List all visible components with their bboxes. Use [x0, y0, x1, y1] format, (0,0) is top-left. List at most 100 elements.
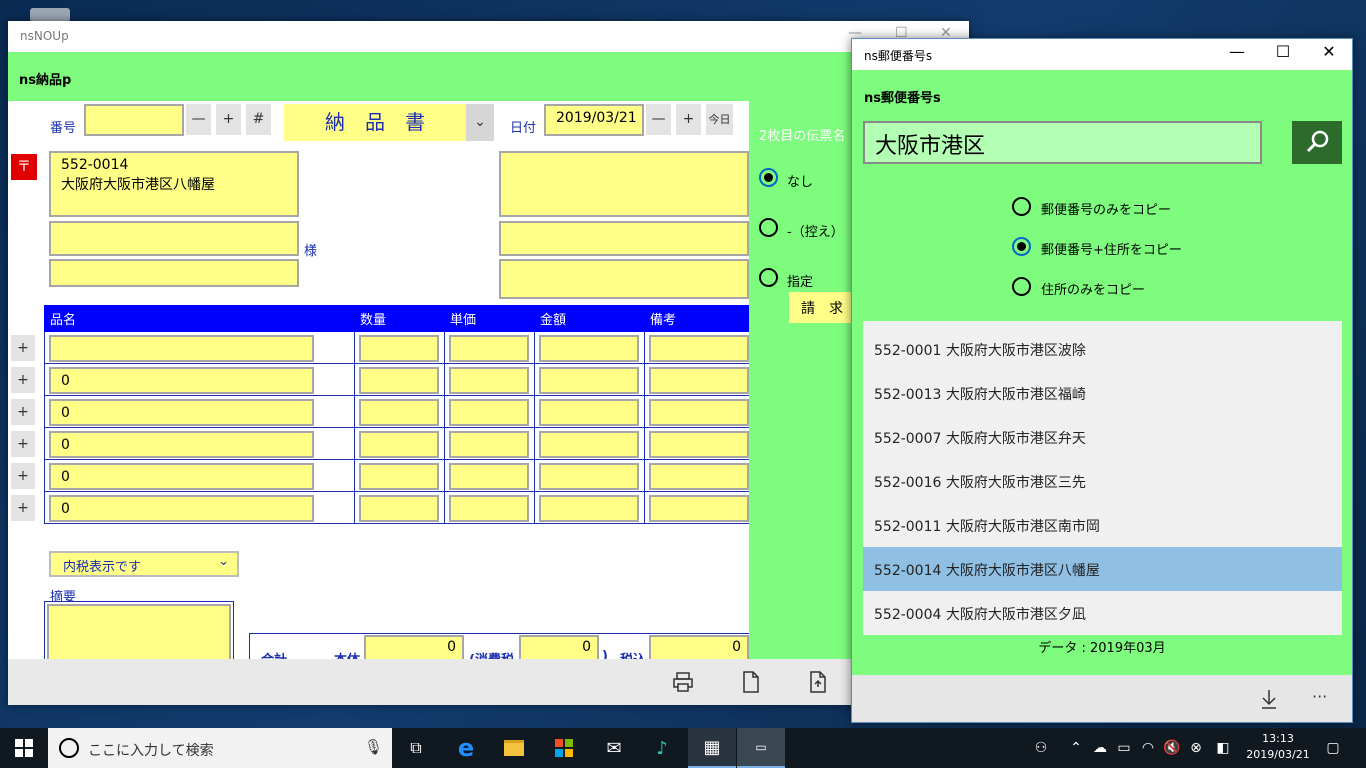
list-item[interactable]: 552-0011 大阪府大阪市港区南市岡: [863, 503, 1342, 547]
remarks-cell-input[interactable]: [649, 335, 749, 362]
nsnoup-taskbar-icon[interactable]: ▦: [688, 728, 736, 768]
list-item[interactable]: 552-0001 大阪府大阪市港区波除: [863, 327, 1342, 371]
sender-contact-field[interactable]: [499, 259, 749, 299]
list-item[interactable]: 552-0013 大阪府大阪市港区福崎: [863, 371, 1342, 415]
start-button[interactable]: [0, 728, 48, 768]
postal-titlebar[interactable]: ns郵便番号s — ☐ ✕: [852, 39, 1352, 70]
copy-postal-only-radio[interactable]: [1012, 197, 1031, 216]
number-minus-button[interactable]: —: [186, 104, 211, 135]
task-view-icon[interactable]: ⧉: [392, 728, 440, 768]
option-copy-radio[interactable]: [759, 218, 778, 237]
store-icon[interactable]: [540, 728, 588, 768]
add-row-button[interactable]: +: [11, 431, 35, 457]
unit-price-input[interactable]: [449, 335, 529, 362]
amount-input[interactable]: [539, 495, 639, 522]
amount-input[interactable]: [539, 367, 639, 394]
list-item[interactable]: 552-0014 大阪府大阪市港区八幡屋: [863, 547, 1342, 591]
hontai-value[interactable]: 0: [364, 635, 464, 659]
onedrive-icon[interactable]: ☁: [1090, 728, 1110, 768]
add-row-button[interactable]: +: [11, 335, 35, 361]
add-row-button[interactable]: +: [11, 367, 35, 393]
remarks-input[interactable]: [47, 604, 231, 659]
today-button[interactable]: 今日: [706, 104, 733, 135]
unit-price-input[interactable]: [449, 367, 529, 394]
remarks-cell-input[interactable]: [649, 367, 749, 394]
quantity-input[interactable]: [359, 399, 439, 426]
sender-name-field[interactable]: [499, 221, 749, 256]
people-icon[interactable]: ⚇: [1028, 728, 1054, 768]
copy-postal-address-radio[interactable]: [1012, 237, 1031, 256]
tax-mode-select[interactable]: 内税表示です ⌄: [49, 551, 239, 577]
mail-icon[interactable]: ✉: [590, 728, 638, 768]
remarks-cell-input[interactable]: [649, 495, 749, 522]
quantity-input[interactable]: [359, 335, 439, 362]
sender-address-field[interactable]: [499, 151, 749, 217]
item-name-input[interactable]: 0: [49, 495, 314, 522]
more-icon[interactable]: ···: [1312, 687, 1327, 706]
list-item[interactable]: 552-0004 大阪府大阪市港区夕凪: [863, 591, 1342, 635]
music-app-icon[interactable]: ♪: [638, 728, 686, 768]
company-name-field[interactable]: [49, 221, 299, 256]
wifi-icon[interactable]: ◠: [1138, 728, 1158, 768]
item-name-input[interactable]: 0: [49, 463, 314, 490]
amount-input[interactable]: [539, 463, 639, 490]
item-name-input[interactable]: 0: [49, 431, 314, 458]
quantity-input[interactable]: [359, 367, 439, 394]
download-icon[interactable]: [1259, 688, 1279, 710]
add-row-button[interactable]: +: [11, 463, 35, 489]
print-icon[interactable]: [672, 671, 694, 693]
main-titlebar[interactable]: nsNOUp — ☐ ✕: [8, 21, 969, 52]
option-none-radio[interactable]: [759, 168, 778, 187]
item-name-input[interactable]: 0: [49, 399, 314, 426]
remarks-cell-input[interactable]: [649, 463, 749, 490]
doc-type-select[interactable]: 納 品 書: [284, 104, 466, 141]
maximize-icon[interactable]: ☐: [1260, 42, 1306, 61]
unit-price-input[interactable]: [449, 463, 529, 490]
date-input[interactable]: 2019/03/21: [544, 104, 644, 136]
list-item[interactable]: 552-0016 大阪府大阪市港区三先: [863, 459, 1342, 503]
item-name-input[interactable]: [49, 335, 314, 362]
volume-muted-icon[interactable]: 🔇: [1162, 728, 1182, 768]
search-input[interactable]: 大阪市港区: [863, 121, 1262, 164]
address-field[interactable]: 552-0014 大阪府大阪市港区八幡屋: [49, 151, 299, 217]
file-explorer-icon[interactable]: [490, 728, 538, 768]
add-row-button[interactable]: +: [11, 495, 35, 521]
quantity-input[interactable]: [359, 495, 439, 522]
date-plus-button[interactable]: +: [676, 104, 701, 135]
postal-mark-button[interactable]: 〒: [11, 154, 37, 180]
new-document-icon[interactable]: [741, 670, 761, 694]
quantity-input[interactable]: [359, 463, 439, 490]
minimize-icon[interactable]: —: [1214, 42, 1260, 61]
notification-blocked-icon[interactable]: ⊗: [1186, 728, 1206, 768]
unit-price-input[interactable]: [449, 399, 529, 426]
remarks-cell-input[interactable]: [649, 431, 749, 458]
chevron-down-icon[interactable]: ⌄: [466, 104, 494, 141]
person-name-field[interactable]: [49, 259, 299, 287]
tax-value[interactable]: 0: [519, 635, 599, 659]
clock[interactable]: 13:13 2019/03/21: [1244, 731, 1312, 763]
search-button[interactable]: [1292, 121, 1342, 164]
amount-input[interactable]: [539, 399, 639, 426]
number-input[interactable]: [84, 104, 184, 136]
close-icon[interactable]: ✕: [1306, 42, 1352, 61]
amount-input[interactable]: [539, 431, 639, 458]
unit-price-input[interactable]: [449, 495, 529, 522]
postal-taskbar-icon[interactable]: ▭: [737, 728, 785, 768]
unit-price-input[interactable]: [449, 431, 529, 458]
zeikomi-value[interactable]: 0: [649, 635, 749, 659]
copy-address-only-radio[interactable]: [1012, 277, 1031, 296]
ime-icon[interactable]: ◧: [1212, 728, 1234, 768]
item-name-input[interactable]: 0: [49, 367, 314, 394]
taskbar-search-box[interactable]: ここに入力して検索 🎙: [48, 728, 392, 768]
desktop-icon[interactable]: [30, 8, 70, 22]
amount-input[interactable]: [539, 335, 639, 362]
number-plus-button[interactable]: +: [216, 104, 241, 135]
chevron-up-icon[interactable]: ⌃: [1066, 728, 1086, 768]
export-document-icon[interactable]: [808, 670, 830, 694]
quantity-input[interactable]: [359, 431, 439, 458]
add-row-button[interactable]: +: [11, 399, 35, 425]
list-item[interactable]: 552-0007 大阪府大阪市港区弁天: [863, 415, 1342, 459]
seikyu-button[interactable]: 請 求: [789, 292, 859, 323]
number-hash-button[interactable]: #: [246, 104, 271, 135]
date-minus-button[interactable]: —: [646, 104, 671, 135]
